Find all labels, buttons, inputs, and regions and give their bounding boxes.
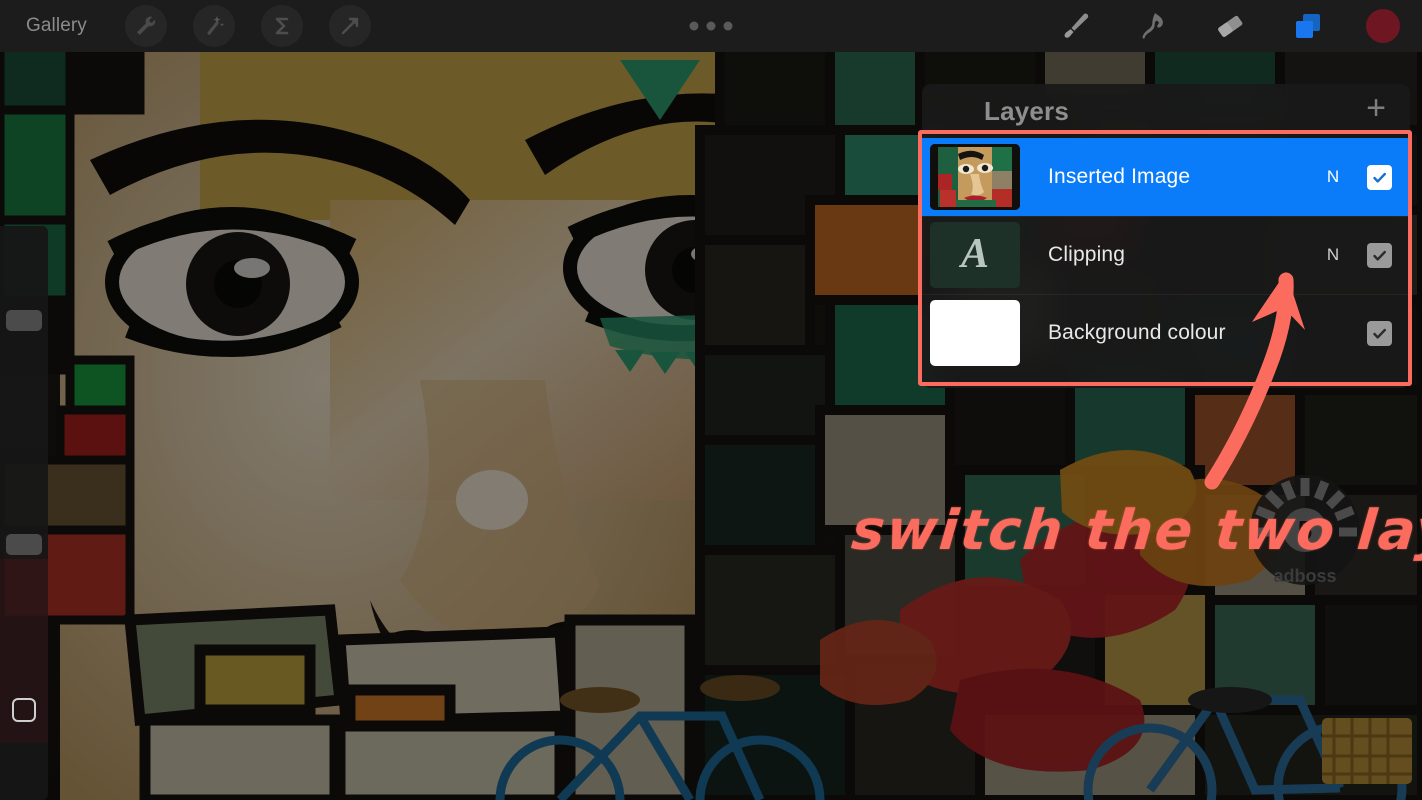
modify-square-button[interactable] xyxy=(12,698,36,722)
eraser-icon[interactable] xyxy=(1210,6,1250,46)
layers-panel-title: Layers xyxy=(984,95,1070,126)
checkmark-icon xyxy=(1373,250,1386,261)
top-toolbar: Gallery xyxy=(0,0,1422,52)
layers-panel-header: Layers + xyxy=(922,84,1410,138)
layers-list: Inserted Image N A Clipping N Background… xyxy=(922,138,1410,372)
layer-name: Clipping xyxy=(1048,243,1126,266)
brush-opacity-slider[interactable] xyxy=(6,534,42,555)
dot-1 xyxy=(689,21,699,31)
arrow-pointer-glyph xyxy=(341,17,359,35)
layer-thumbnail-clipping[interactable]: A xyxy=(930,222,1020,288)
transform-icon[interactable] xyxy=(328,5,371,47)
layer-thumbnail-inserted-image[interactable] xyxy=(930,144,1020,210)
paint-brush-icon[interactable] xyxy=(1054,6,1094,46)
layer-visibility-checkbox[interactable] xyxy=(1367,242,1392,268)
procreate-app-window: 5 adboss Gallery Layers + Inserted Image… xyxy=(0,0,1422,800)
brush-glyph xyxy=(1064,13,1089,38)
selection-icon[interactable] xyxy=(260,5,303,47)
left-sidebar xyxy=(0,226,48,800)
layer-blend-mode[interactable]: N xyxy=(1319,167,1347,187)
svg-text:5: 5 xyxy=(1298,515,1312,545)
dot-3 xyxy=(723,21,733,31)
wrench-glyph xyxy=(136,16,156,35)
color-swatch[interactable] xyxy=(1366,9,1400,43)
brush-size-slider[interactable] xyxy=(6,310,42,331)
layers-glyph xyxy=(1296,14,1320,38)
eraser-glyph xyxy=(1218,15,1243,37)
svg-text:adboss: adboss xyxy=(1273,566,1336,586)
adjustments-wand-icon[interactable] xyxy=(192,5,235,47)
checkmark-icon xyxy=(1373,328,1386,339)
gallery-button[interactable]: Gallery xyxy=(14,11,99,41)
add-layer-button[interactable]: + xyxy=(1362,91,1390,131)
layer-visibility-checkbox[interactable] xyxy=(1367,164,1392,190)
smudge-icon[interactable] xyxy=(1132,6,1172,46)
layers-panel: Layers + Inserted Image N A Clipping N B… xyxy=(922,84,1410,388)
letter-a-glyph: A xyxy=(960,230,989,277)
layer-thumbnail-background-colour[interactable] xyxy=(930,300,1020,366)
s-curve-glyph xyxy=(275,17,289,35)
smudge-glyph xyxy=(1142,12,1163,39)
layer-row-clipping[interactable]: A Clipping N xyxy=(922,216,1410,294)
layer-blend-mode[interactable]: N xyxy=(1319,245,1347,265)
more-options-button[interactable] xyxy=(680,14,743,39)
layer-name: Background colour xyxy=(1048,321,1226,344)
layer-name: Inserted Image xyxy=(1048,165,1191,188)
mural-face-thumbnail xyxy=(930,144,1020,210)
toolbar-right-group xyxy=(1054,6,1408,46)
actions-wrench-icon[interactable] xyxy=(124,5,167,47)
dot-2 xyxy=(706,21,716,31)
layer-row-inserted-image[interactable]: Inserted Image N xyxy=(922,138,1410,216)
magic-wand-glyph xyxy=(207,16,224,35)
toolbar-left-group: Gallery xyxy=(14,5,371,47)
layer-row-background-colour[interactable]: Background colour xyxy=(922,294,1410,372)
checkmark-icon xyxy=(1373,172,1386,183)
layers-icon[interactable] xyxy=(1288,6,1328,46)
layer-visibility-checkbox[interactable] xyxy=(1367,320,1392,346)
